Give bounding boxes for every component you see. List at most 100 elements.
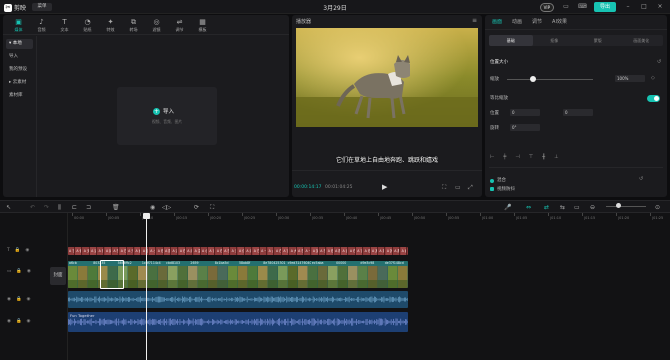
eye-icon[interactable]: ◉ [27,269,31,274]
align-center-h-icon[interactable]: ╪ [503,154,506,160]
subtitle-audio-track[interactable] [68,291,408,308]
media-tab-text[interactable]: T 文本 [53,15,76,35]
subtitle-clip[interactable]: A 展 [164,247,171,255]
preview-axis-icon[interactable]: ⇆ [560,204,565,211]
subtitle-clip[interactable]: A 小 [149,247,157,255]
mirror-icon[interactable]: ◁▷ [162,204,171,211]
subtitle-clip[interactable]: A 在 [215,247,223,255]
time-ruler[interactable]: 00:00|00:05|00:10|00:15|00:20|00:25|00:3… [68,213,670,223]
import-button[interactable]: + 导入 [153,107,174,115]
media-sidebar-item[interactable]: 导入 [6,52,33,62]
redo-icon[interactable]: ↷ [44,204,49,211]
mute-icon[interactable]: ◉ [27,297,31,302]
select-tool-icon[interactable]: ↖ [6,204,11,211]
subtitle-clip[interactable]: A 绿意 [104,247,112,255]
rotation-field[interactable]: 0° [510,124,540,131]
crop-icon[interactable]: ⛶ [442,184,446,192]
subtitle-clip[interactable]: A 仿佛 [238,247,245,255]
media-tab-audio[interactable]: ♪ 音频 [30,15,53,35]
scale-slider[interactable] [507,79,593,80]
media-tab-effects[interactable]: ✦ 特效 [99,15,122,35]
subtitle-clip[interactable]: A 如 [311,247,319,255]
subtitle-clip[interactable]: A 在小 [363,247,371,255]
media-sidebar-item[interactable]: 素材库 [6,91,33,101]
video-preview[interactable]: 它们在草地上自由地奔跑、跳跃和嬉戏 [296,22,478,167]
cover-button[interactable]: 封面 [50,267,66,285]
rotate-icon[interactable]: ⟳ [194,204,199,211]
reset-icon[interactable]: ↺ [657,59,661,65]
fit-icon[interactable]: ⊙ [655,204,660,211]
zoom-slider[interactable] [606,206,646,207]
subtitle-icon[interactable]: ▭ [574,204,580,211]
scale-value[interactable]: 100% [615,75,645,82]
lock-icon[interactable]: 🔒 [16,319,22,324]
media-tab-adjust[interactable]: ⇌ 调节 [168,15,191,35]
subtitle-clip[interactable]: A 其 [371,247,378,255]
subtitle-clip[interactable]: A 温 [193,247,201,255]
subtitle-clip[interactable]: A 那 [334,247,341,255]
magnet-icon[interactable]: ⇔ [526,204,531,211]
property-tab[interactable]: 动画 [507,15,527,29]
import-drop-zone[interactable]: + 导入 视频、音频、图片 [117,87,217,145]
subtitle-clip[interactable]: A 大 [267,247,275,255]
subtitle-clip[interactable]: A 那 [378,247,386,255]
link-icon[interactable]: ⇄ [544,204,549,211]
property-tab[interactable]: 调节 [527,15,547,29]
subtitle-clip[interactable]: A 在 [223,247,231,255]
subtitle-clip[interactable]: A 们在 [75,247,83,255]
subtitle-clip[interactable]: A 在这 [112,247,120,255]
subtitle-clip[interactable]: A 一 [304,247,312,255]
subtitle-clip[interactable]: A 在 [326,247,334,255]
stabilize-checkbox[interactable] [490,187,494,191]
play-icon[interactable]: ▶ [382,183,387,191]
close-icon[interactable]: × [656,3,664,11]
subtitle-track[interactable]: A 它们在A 们在A 无垠A 这片A 在广A 绿意A 在这A 它们A 只A 面A… [68,247,408,255]
property-tab[interactable]: AI效果 [547,15,572,29]
subtitle-clip[interactable]: A 在 [178,247,186,255]
menu-button[interactable]: 菜单 [32,3,52,11]
subtitle-clip[interactable]: A 面 [134,247,142,255]
undo-icon[interactable]: ↶ [30,204,35,211]
subtitle-clip[interactable]: A 在广 [97,247,105,255]
export-button[interactable]: 导出 [594,2,616,12]
property-subtab[interactable]: 抠像 [533,35,577,46]
music-track[interactable]: Fun Together [68,312,408,332]
subtitle-clip[interactable]: A 在 [274,247,282,255]
subtitle-clip[interactable]: A 一 [260,247,268,255]
align-left-icon[interactable]: ⊢ [490,154,494,160]
subtitle-clip[interactable]: A 它们在 [68,247,75,255]
subtitle-clip[interactable]: A 它 [208,247,216,255]
subtitle-clip[interactable]: A 它们 [252,247,260,255]
subtitle-clip[interactable]: A 自 [341,247,349,255]
zoom-out-icon[interactable]: ⊖ [590,204,595,211]
subtitle-clip[interactable]: A 它们 [356,247,364,255]
split-left-icon[interactable]: ⊏ [72,204,77,211]
media-sidebar-item[interactable]: 我的预设 [6,65,33,75]
subtitle-clip[interactable]: A 小 [201,247,208,255]
subtitle-clip[interactable]: A 这片 [90,247,98,255]
mute-icon[interactable]: ◉ [27,319,31,324]
media-sidebar-item[interactable]: ▸ 云素材 [6,78,33,88]
maximize-icon[interactable]: □ [640,3,648,11]
media-tab-sticker[interactable]: ◔ 贴纸 [76,15,99,35]
media-tab-media[interactable]: ▣ 媒体 [7,15,30,35]
subtitle-clip[interactable]: A 画 [400,247,408,255]
split-right-icon[interactable]: ⊐ [86,204,91,211]
blend-enable-icon[interactable] [490,179,494,183]
subtitle-clip[interactable]: A 绿 [245,247,253,255]
subtitle-clip[interactable]: A 绿 [186,247,194,255]
ratio-icon[interactable]: ▭ [455,184,461,191]
crop-tool-icon[interactable]: ⛶ [210,204,214,211]
align-right-icon[interactable]: ⊣ [515,154,519,160]
subtitle-clip[interactable]: A 无垠 [82,247,90,255]
delete-icon[interactable]: 🗑 [112,204,120,211]
subtitle-clip[interactable]: A 在 [156,247,164,255]
uniform-scale-toggle[interactable] [647,95,660,102]
selected-clip[interactable] [100,260,124,289]
property-subtab[interactable]: 蒙版 [576,35,620,46]
position-x-field[interactable]: 0 [510,109,540,116]
lock-icon[interactable]: 🔒 [16,269,22,274]
scale-slider-knob[interactable] [530,76,536,82]
subtitle-clip[interactable]: A 在 [297,247,305,255]
subtitle-clip[interactable]: A 大大 [289,247,297,255]
